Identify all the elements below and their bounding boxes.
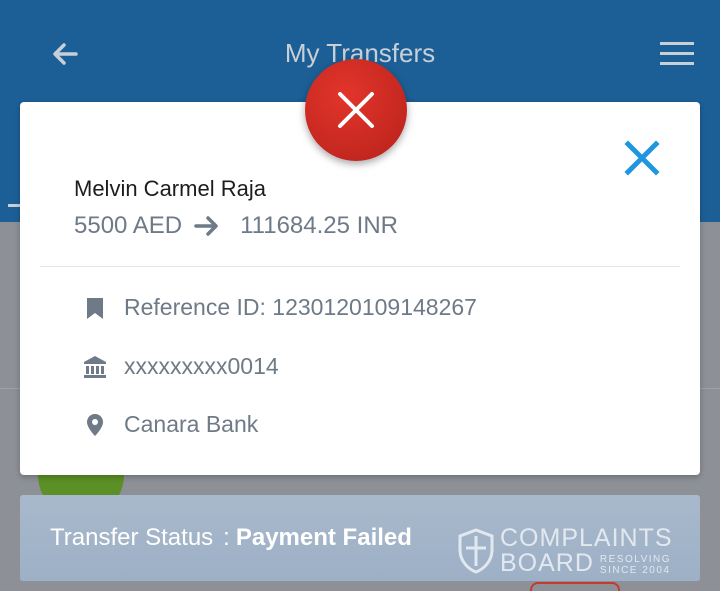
status-label: Transfer Status [50,524,214,551]
hamburger-menu-icon[interactable] [660,40,694,68]
background-stamp-fragment [530,582,620,591]
recipient-name: Melvin Carmel Raja [74,176,266,201]
watermark-tag2: SINCE 2004 [599,565,671,576]
status-separator: : [223,524,230,551]
error-status-badge [305,59,407,161]
account-number: xxxxxxxxx0014 [124,353,279,379]
location-pin-icon [87,413,103,436]
status-value: Payment Failed [235,524,412,551]
send-amount: 5500 AED [74,212,183,239]
divider [40,266,680,267]
watermark-line1: COMPLAINTS [500,524,673,552]
close-icon[interactable] [622,138,662,178]
amount-row: 5500 AED 111684.25 INR [74,212,398,240]
watermark-line2: BOARD [500,549,594,577]
complaints-board-watermark: COMPLAINTS BOARD RESOLVING SINCE 2004 [458,526,673,576]
shield-logo-icon [458,528,494,574]
account-number-row: xxxxxxxxx0014 [82,353,279,380]
arrow-right-icon [194,216,218,236]
reference-id-row: Reference ID: 1230120109148267 [82,294,477,321]
receive-amount: 111684.25 INR [240,212,398,239]
error-x-icon [338,92,374,128]
bookmark-icon [87,297,103,319]
transfer-status: Transfer Status: Payment Failed [50,524,412,552]
bank-name: Canara Bank [124,411,259,437]
watermark-tag1: RESOLVING [599,554,672,565]
reference-id: Reference ID: 1230120109148267 [124,294,477,320]
bank-icon [84,355,106,378]
bank-name-row: Canara Bank [82,411,258,438]
